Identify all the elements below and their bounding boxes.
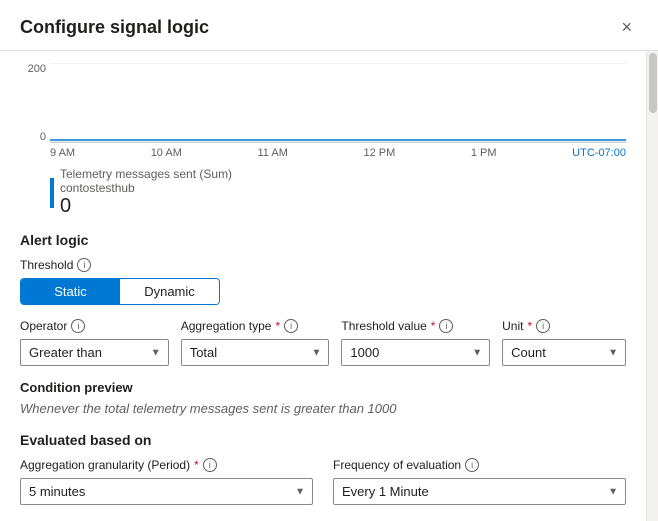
unit-select-wrapper: Count Bytes Percent ▼ (502, 339, 626, 366)
operator-select[interactable]: Greater than Less than Greater than or e… (20, 339, 169, 366)
chart-x-label-1pm: 1 PM (471, 147, 497, 159)
condition-preview-title: Condition preview (20, 380, 626, 395)
scrollbar-thumb[interactable] (649, 53, 657, 113)
alert-logic-form-row: Operator i Greater than Less than Greate… (20, 319, 626, 366)
evaluated-based-on-row: Aggregation granularity (Period) * i 1 m… (20, 458, 626, 505)
chart-y-axis: 200 0 (20, 63, 50, 143)
frequency-info-icon[interactable]: i (465, 458, 479, 472)
operator-select-wrapper: Greater than Less than Greater than or e… (20, 339, 169, 366)
aggregation-granularity-select[interactable]: 1 minute 5 minutes 15 minutes 30 minutes… (20, 478, 313, 505)
chart-x-label-12pm: 12 PM (363, 147, 395, 159)
chart-x-label-10am: 10 AM (151, 147, 182, 159)
chart-svg (50, 63, 626, 142)
chart-y-label-0: 0 (40, 131, 46, 143)
threshold-value-label: Threshold value * i (341, 319, 490, 333)
chart-y-label-200: 200 (28, 63, 46, 75)
chart-container: 200 0 9 AM 10 AM 11 AM 12 P (20, 63, 626, 163)
aggregation-granularity-field: Aggregation granularity (Period) * i 1 m… (20, 458, 313, 505)
unit-required: * (527, 319, 532, 333)
unit-info-icon[interactable]: i (536, 319, 550, 333)
threshold-value-select-wrapper: 1000 ▼ (341, 339, 490, 366)
frequency-of-evaluation-label: Frequency of evaluation i (333, 458, 626, 472)
threshold-label: Threshold i (20, 258, 626, 272)
unit-field: Unit * i Count Bytes Percent ▼ (502, 319, 626, 366)
threshold-value-info-icon[interactable]: i (439, 319, 453, 333)
chart-x-axis: 9 AM 10 AM 11 AM 12 PM 1 PM UTC-07:00 (50, 143, 626, 163)
main-content: 200 0 9 AM 10 AM 11 AM 12 P (0, 51, 646, 521)
operator-label: Operator i (20, 319, 169, 333)
threshold-value-field: Threshold value * i 1000 ▼ (341, 319, 490, 366)
legend-source: contostesthub (60, 181, 232, 195)
chart-x-label-9am: 9 AM (50, 147, 75, 159)
aggregation-type-info-icon[interactable]: i (284, 319, 298, 333)
frequency-of-evaluation-field: Frequency of evaluation i Every 1 Minute… (333, 458, 626, 505)
aggregation-granularity-label: Aggregation granularity (Period) * i (20, 458, 313, 472)
frequency-select-wrapper: Every 1 Minute Every 5 Minutes Every 15 … (333, 478, 626, 505)
operator-field: Operator i Greater than Less than Greate… (20, 319, 169, 366)
frequency-select[interactable]: Every 1 Minute Every 5 Minutes Every 15 … (333, 478, 626, 505)
aggregation-type-required: * (275, 319, 280, 333)
legend-color-bar (50, 178, 54, 208)
legend-value: 0 (60, 195, 232, 218)
condition-preview-text: Whenever the total telemetry messages se… (20, 401, 626, 416)
dynamic-toggle-button[interactable]: Dynamic (120, 279, 219, 304)
dialog-title: Configure signal logic (20, 17, 209, 38)
aggregation-type-field: Aggregation type * i Total Average Minim… (181, 319, 330, 366)
threshold-value-select[interactable]: 1000 (341, 339, 490, 366)
alert-logic-section-title: Alert logic (20, 232, 626, 248)
chart-x-label-utc: UTC-07:00 (572, 147, 626, 159)
threshold-value-required: * (431, 319, 436, 333)
aggregation-type-label: Aggregation type * i (181, 319, 330, 333)
aggregation-type-select[interactable]: Total Average Minimum Maximum Count (181, 339, 330, 366)
chart-x-label-11am: 11 AM (257, 147, 287, 159)
dialog-header: Configure signal logic × (0, 0, 658, 51)
chart-plot-area (50, 63, 626, 143)
threshold-toggle-group: Static Dynamic (20, 278, 220, 305)
unit-select[interactable]: Count Bytes Percent (502, 339, 626, 366)
static-toggle-button[interactable]: Static (21, 279, 120, 304)
aggregation-type-select-wrapper: Total Average Minimum Maximum Count ▼ (181, 339, 330, 366)
operator-info-icon[interactable]: i (71, 319, 85, 333)
evaluated-based-on-title: Evaluated based on (20, 432, 626, 448)
legend-info: Telemetry messages sent (Sum) contostest… (60, 167, 232, 218)
chart-legend: Telemetry messages sent (Sum) contostest… (50, 167, 626, 218)
scrollbar-track[interactable] (646, 51, 658, 521)
legend-line: Telemetry messages sent (Sum) contostest… (50, 167, 626, 218)
close-button[interactable]: × (615, 16, 638, 38)
unit-label: Unit * i (502, 319, 626, 333)
aggregation-granularity-select-wrapper: 1 minute 5 minutes 15 minutes 30 minutes… (20, 478, 313, 505)
aggregation-granularity-required: * (194, 458, 199, 472)
threshold-info-icon[interactable]: i (77, 258, 91, 272)
legend-name: Telemetry messages sent (Sum) (60, 167, 232, 181)
configure-signal-dialog: Configure signal logic × 200 0 (0, 0, 658, 521)
dialog-body: 200 0 9 AM 10 AM 11 AM 12 P (0, 51, 658, 521)
aggregation-granularity-info-icon[interactable]: i (203, 458, 217, 472)
